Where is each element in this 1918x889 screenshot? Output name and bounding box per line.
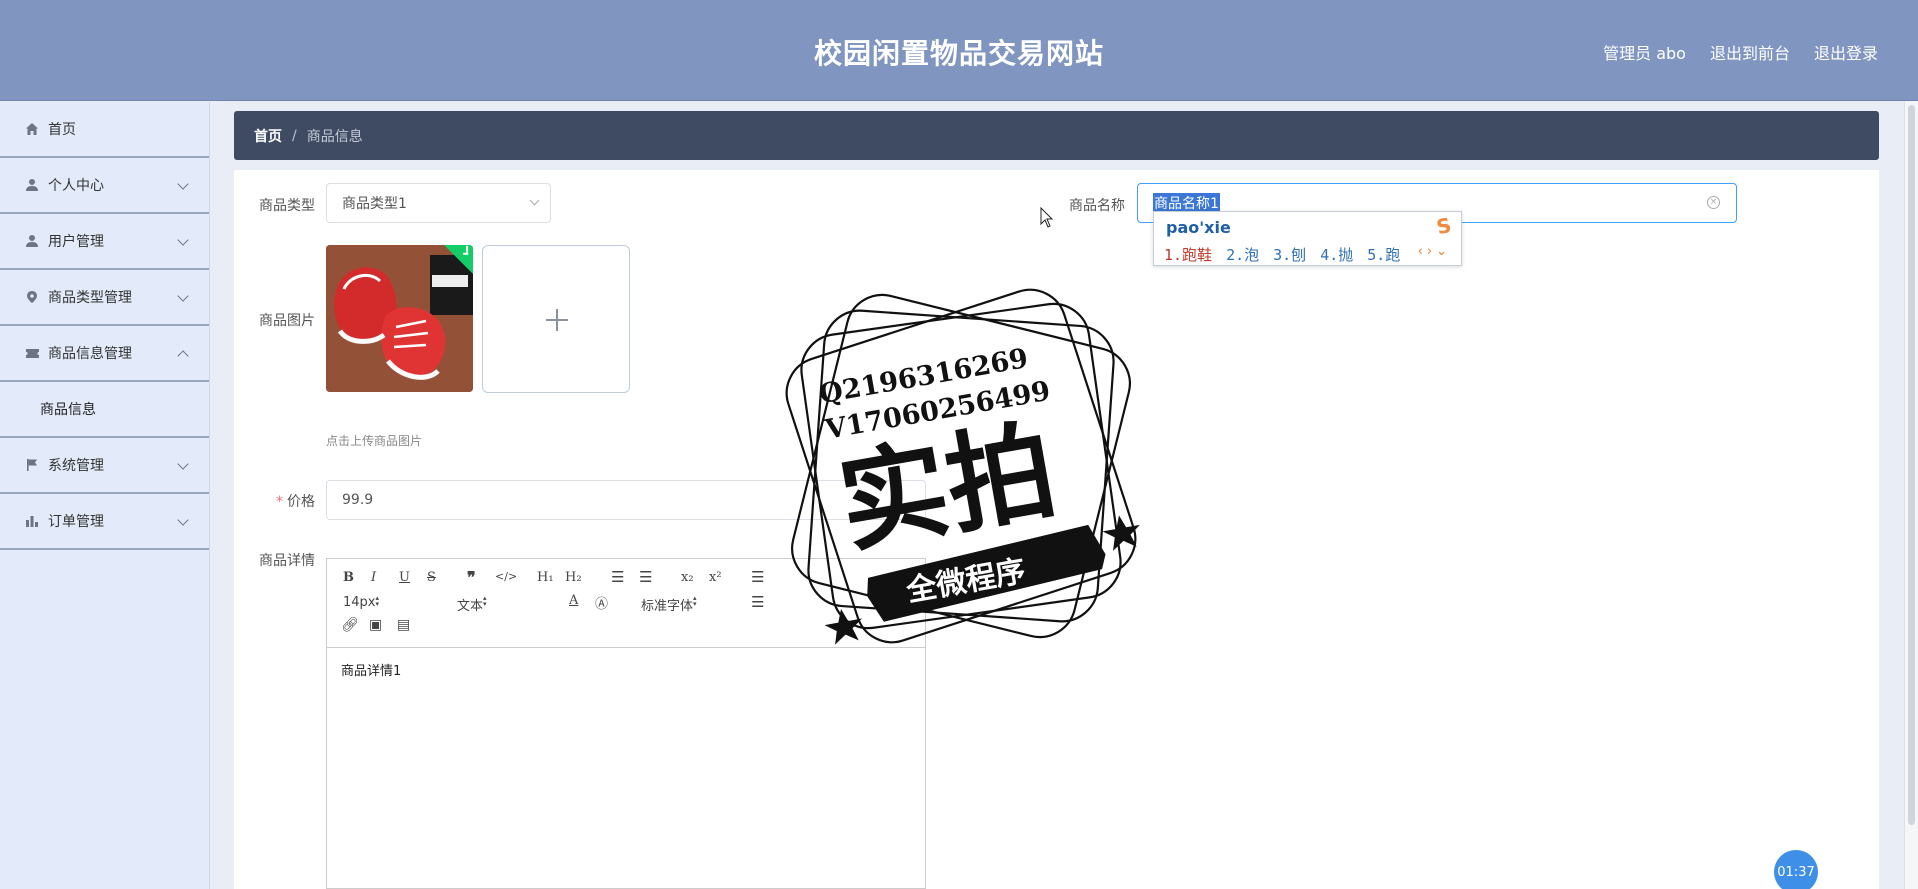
font-size-select[interactable]: 14px bbox=[343, 595, 423, 610]
sidebar-item-label: 商品信息 bbox=[40, 402, 96, 418]
ime-candidate[interactable]: 3.刨 bbox=[1273, 244, 1306, 265]
uploaded-shoe-image[interactable] bbox=[326, 245, 473, 392]
italic-icon[interactable]: I bbox=[371, 570, 376, 585]
price-input[interactable]: 99.9 bbox=[326, 480, 926, 520]
header-links: 管理员 abo 退出到前台 退出登录 bbox=[1603, 40, 1878, 64]
location-pin-icon bbox=[24, 289, 40, 305]
font-color-icon[interactable]: A bbox=[569, 593, 578, 608]
breadcrumb: 首页 / 商品信息 bbox=[234, 111, 1879, 160]
font-family-select[interactable]: 标准字体 bbox=[641, 595, 731, 614]
person-icon bbox=[24, 177, 40, 193]
blockquote-icon[interactable]: ❞ bbox=[467, 568, 476, 587]
subscript-icon[interactable]: x₂ bbox=[681, 570, 694, 585]
sidebar-item-label: 个人中心 bbox=[48, 178, 104, 194]
chevron-down-icon bbox=[177, 514, 189, 526]
header-2-icon[interactable]: H₂ bbox=[565, 570, 582, 585]
editor-content[interactable]: 商品详情1 bbox=[327, 648, 925, 691]
person-icon bbox=[24, 233, 40, 249]
product-name-value: 商品名称1 bbox=[1153, 193, 1220, 213]
exit-to-front-link[interactable]: 退出到前台 bbox=[1710, 40, 1790, 64]
indent-icon[interactable]: ☰ bbox=[751, 568, 764, 586]
upload-hint: 点击上传商品图片 bbox=[326, 434, 423, 448]
product-type-value: 商品类型1 bbox=[342, 196, 407, 212]
ime-page-nav-icon[interactable]: ‹›⌄ bbox=[1418, 244, 1451, 259]
code-block-icon[interactable]: </> bbox=[495, 570, 517, 583]
sidebar-item-personal-center[interactable]: 个人中心 bbox=[0, 158, 209, 214]
shoe-photo bbox=[326, 245, 473, 392]
image-icon[interactable]: ▣ bbox=[369, 617, 382, 633]
ime-candidate[interactable]: 2.泡 bbox=[1226, 244, 1259, 265]
underline-icon[interactable]: U bbox=[399, 570, 410, 585]
text-block-select[interactable]: 文本 bbox=[457, 595, 537, 614]
page-scrollbar[interactable] bbox=[1904, 101, 1918, 889]
sidebar-subitem-product-info[interactable]: 商品信息 bbox=[0, 382, 209, 438]
strikethrough-icon[interactable]: S bbox=[427, 570, 436, 585]
ime-logo-icon: S bbox=[1434, 212, 1454, 240]
chevron-down-icon bbox=[177, 234, 189, 246]
sidebar-item-label: 系统管理 bbox=[48, 458, 104, 474]
sidebar-item-user-management[interactable]: 用户管理 bbox=[0, 214, 209, 270]
recording-timer-badge: 01:37 bbox=[1774, 850, 1818, 889]
breadcrumb-current: 商品信息 bbox=[306, 128, 363, 145]
product-type-select[interactable]: 商品类型1 bbox=[326, 183, 551, 223]
sidebar-item-category-management[interactable]: 商品类型管理 bbox=[0, 270, 209, 326]
product-detail-label: 商品详情 bbox=[259, 553, 315, 569]
sidebar-item-order-management[interactable]: 订单管理 bbox=[0, 494, 209, 550]
ime-candidates: 1.跑鞋 2.泡 3.刨 4.抛 5.跑 bbox=[1164, 244, 1400, 265]
bar-chart-icon bbox=[24, 513, 40, 529]
video-icon[interactable]: ▤ bbox=[397, 617, 410, 633]
logout-link[interactable]: 退出登录 bbox=[1814, 40, 1878, 64]
sidebar-item-label: 首页 bbox=[48, 122, 76, 138]
ime-candidate[interactable]: 1.跑鞋 bbox=[1164, 244, 1212, 265]
sidebar-item-label: 商品类型管理 bbox=[48, 290, 132, 306]
superscript-icon[interactable]: x² bbox=[709, 570, 722, 585]
ime-candidate[interactable]: 5.跑 bbox=[1367, 244, 1400, 265]
admin-user-link[interactable]: 管理员 abo bbox=[1603, 40, 1686, 64]
product-name-label: 商品名称 bbox=[1069, 198, 1125, 214]
chevron-down-icon bbox=[177, 290, 189, 302]
flag-icon bbox=[24, 457, 40, 473]
breadcrumb-separator: / bbox=[292, 127, 297, 144]
chevron-down-icon bbox=[177, 458, 189, 470]
chevron-up-icon bbox=[177, 350, 189, 362]
sidebar-item-system-management[interactable]: 系统管理 bbox=[0, 438, 209, 494]
mouse-cursor-icon bbox=[1040, 207, 1054, 228]
price-label: * 价格 bbox=[276, 494, 315, 510]
clear-icon[interactable]: × bbox=[1707, 196, 1720, 209]
editor-toolbar: B I U S ❞ </> H₁ H₂ ☰ ☰ x₂ x² ☰ 14px 文本 … bbox=[327, 559, 925, 648]
scrollbar-thumb[interactable] bbox=[1908, 105, 1915, 825]
align-icon[interactable]: ☰ bbox=[751, 593, 764, 611]
add-image-button[interactable] bbox=[482, 245, 630, 393]
sidebar-item-label: 用户管理 bbox=[48, 234, 104, 250]
product-image-label: 商品图片 bbox=[259, 313, 315, 329]
sidebar-item-product-management[interactable]: 商品信息管理 bbox=[0, 326, 209, 382]
link-icon[interactable]: 🔗︎ bbox=[341, 617, 359, 633]
header-1-icon[interactable]: H₁ bbox=[537, 570, 554, 585]
bullet-list-icon[interactable]: ☰ bbox=[639, 568, 652, 586]
breadcrumb-home[interactable]: 首页 bbox=[254, 126, 282, 146]
bold-icon[interactable]: B bbox=[343, 570, 354, 585]
ticket-icon bbox=[24, 345, 40, 361]
sidebar-item-label: 商品信息管理 bbox=[48, 346, 132, 362]
sidebar-item-home[interactable]: 首页 bbox=[0, 102, 209, 158]
rich-text-editor[interactable]: B I U S ❞ </> H₁ H₂ ☰ ☰ x₂ x² ☰ 14px 文本 … bbox=[326, 558, 926, 889]
check-icon bbox=[463, 245, 469, 255]
chevron-down-icon bbox=[177, 178, 189, 190]
home-icon bbox=[24, 121, 40, 137]
ordered-list-icon[interactable]: ☰ bbox=[611, 568, 624, 586]
price-value: 99.9 bbox=[342, 492, 374, 508]
chevron-down-icon bbox=[529, 195, 540, 206]
ime-pinyin-input: pao'xie bbox=[1166, 218, 1231, 237]
background-color-icon[interactable]: Ⓐ bbox=[595, 593, 608, 612]
sidebar: 首页 个人中心 用户管理 商品类型管理 商品信息管理 商品信息 系统管理 订单管… bbox=[0, 102, 210, 889]
top-header: 校园闲置物品交易网站 管理员 abo 退出到前台 退出登录 bbox=[0, 0, 1918, 101]
ime-candidate-window: pao'xie S 1.跑鞋 2.泡 3.刨 4.抛 5.跑 ‹›⌄ bbox=[1153, 211, 1462, 266]
product-type-label: 商品类型 bbox=[259, 198, 315, 214]
required-mark: * bbox=[276, 494, 283, 510]
sidebar-item-label: 订单管理 bbox=[48, 514, 104, 530]
ime-candidate[interactable]: 4.抛 bbox=[1320, 244, 1353, 265]
